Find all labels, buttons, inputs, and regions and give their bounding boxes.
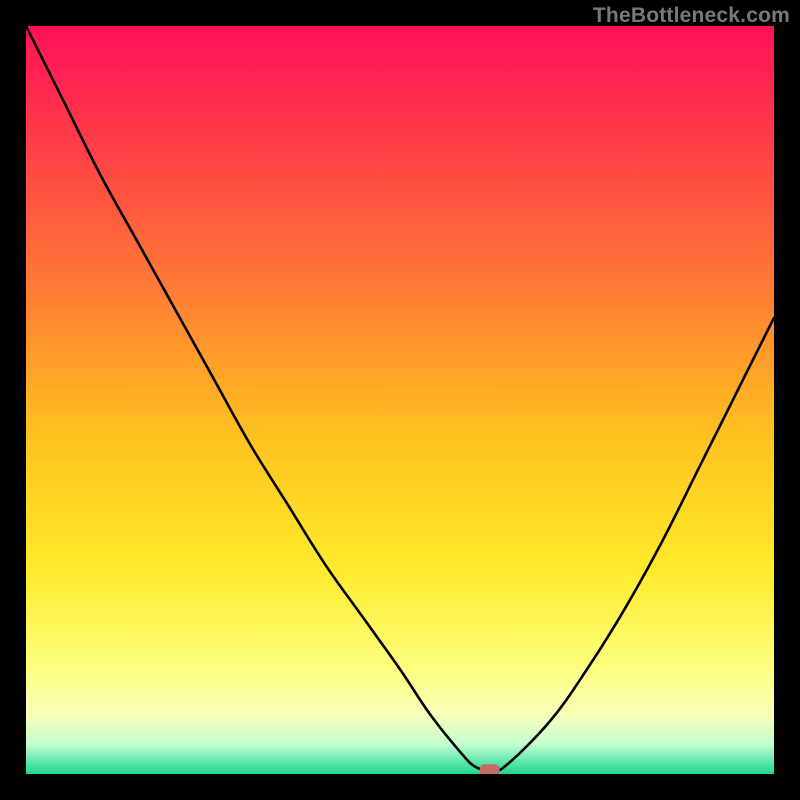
chart-frame: TheBottleneck.com (0, 0, 800, 800)
plot-background (26, 26, 774, 774)
watermark-label: TheBottleneck.com (593, 4, 790, 28)
bottleneck-plot (26, 26, 774, 774)
minimum-marker (480, 764, 500, 774)
